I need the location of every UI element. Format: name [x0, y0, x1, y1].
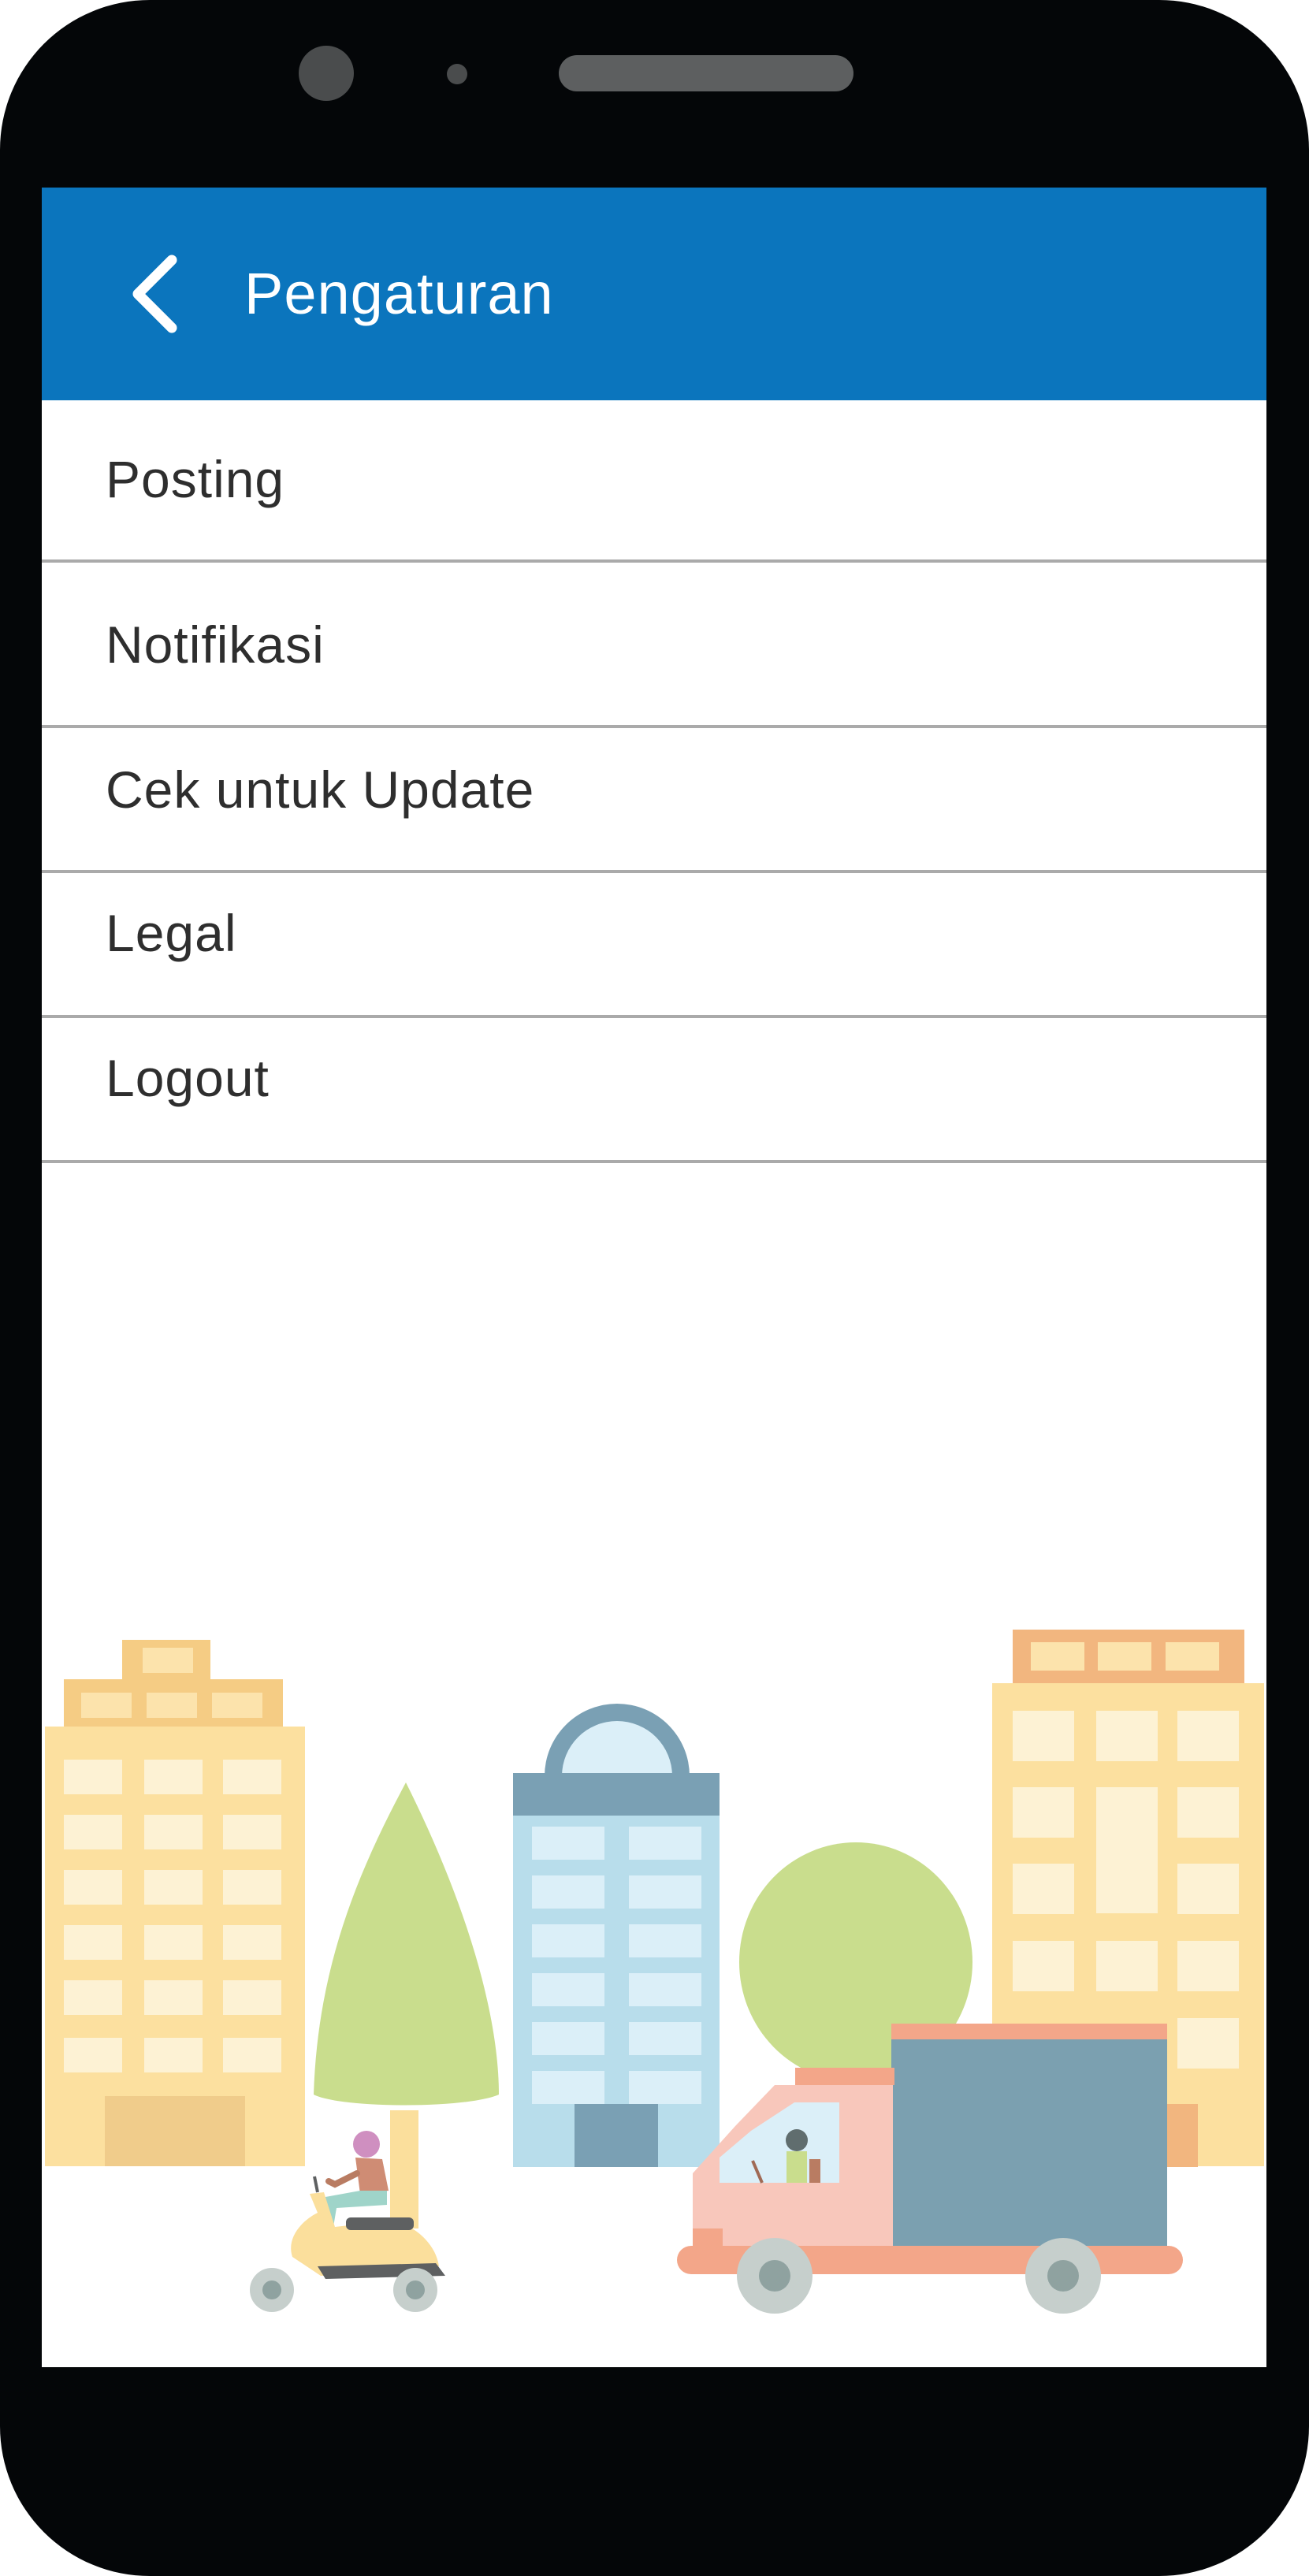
phone-frame: Pengaturan Posting Notifikasi Cek untuk … [0, 0, 1309, 2576]
menu-item-cek-untuk-update[interactable]: Cek untuk Update [42, 728, 1266, 873]
app-screen: Pengaturan Posting Notifikasi Cek untuk … [42, 188, 1266, 2367]
settings-menu: Posting Notifikasi Cek untuk Update Lega… [42, 400, 1266, 1163]
menu-item-logout[interactable]: Logout [42, 1018, 1266, 1163]
delivery-truck [677, 2024, 1183, 2314]
menu-item-posting[interactable]: Posting [42, 400, 1266, 563]
back-button[interactable] [105, 243, 207, 345]
cone-tree [314, 1782, 499, 2228]
chevron-left-icon [132, 255, 177, 333]
page-title: Pengaturan [244, 261, 554, 326]
middle-building [513, 1704, 720, 2167]
menu-item-label: Logout [106, 1049, 270, 1107]
city-street-illustration [42, 1401, 1266, 2367]
proximity-sensor [447, 64, 467, 84]
front-camera [299, 46, 354, 101]
city-illustration-graphic [45, 1630, 1264, 2314]
menu-item-notifikasi[interactable]: Notifikasi [42, 563, 1266, 728]
menu-item-label: Cek untuk Update [106, 760, 535, 819]
menu-item-label: Legal [106, 904, 237, 962]
menu-item-legal[interactable]: Legal [42, 873, 1266, 1018]
app-bar: Pengaturan [42, 188, 1266, 400]
menu-item-label: Notifikasi [106, 615, 325, 674]
earpiece-speaker [559, 55, 853, 91]
left-building [45, 1640, 305, 2166]
menu-item-label: Posting [106, 450, 285, 508]
